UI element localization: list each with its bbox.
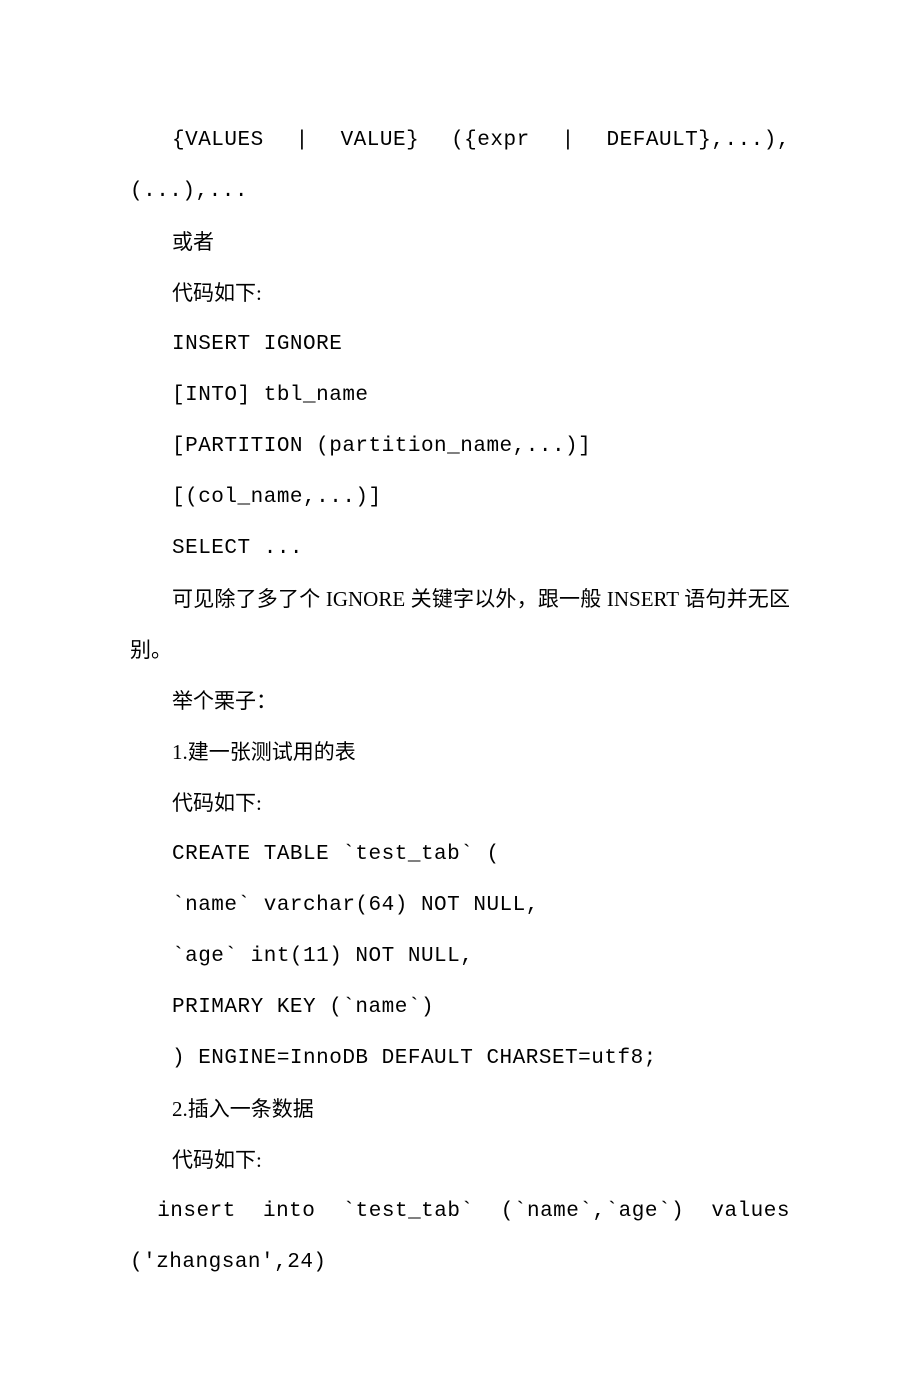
document-page: {VALUES | VALUE} ({expr | DEFAULT},...),… (0, 0, 920, 1388)
text-line: [INTO] tbl_name (130, 370, 790, 421)
text-line: ) ENGINE=InnoDB DEFAULT CHARSET=utf8; (130, 1033, 790, 1084)
text-line: SELECT ... (130, 523, 790, 574)
text-line: 举个栗子： (130, 676, 790, 727)
text-line: PRIMARY KEY (`name`) (130, 982, 790, 1033)
text-line: 代码如下: (130, 778, 790, 829)
text-line: `name` varchar(64) NOT NULL, (130, 880, 790, 931)
text-line: [PARTITION (partition_name,...)] (130, 421, 790, 472)
text-line: `age` int(11) NOT NULL, (130, 931, 790, 982)
text-line: 可见除了多了个 IGNORE 关键字以外，跟一般 INSERT 语句并无区别。 (130, 574, 790, 676)
document-body: {VALUES | VALUE} ({expr | DEFAULT},...),… (130, 115, 790, 1288)
text-line: 或者 (130, 217, 790, 268)
text-line: 代码如下: (130, 268, 790, 319)
text-line: CREATE TABLE `test_tab` ( (130, 829, 790, 880)
text-line: [(col_name,...)] (130, 472, 790, 523)
text-line: 2.插入一条数据 (130, 1084, 790, 1135)
text-line: {VALUES | VALUE} ({expr | DEFAULT},...),… (130, 115, 790, 217)
text-line: 1.建一张测试用的表 (130, 727, 790, 778)
text-line: 代码如下: (130, 1135, 790, 1186)
text-line: insert into `test_tab` (`name`,`age`) va… (130, 1186, 790, 1288)
text-line: INSERT IGNORE (130, 319, 790, 370)
